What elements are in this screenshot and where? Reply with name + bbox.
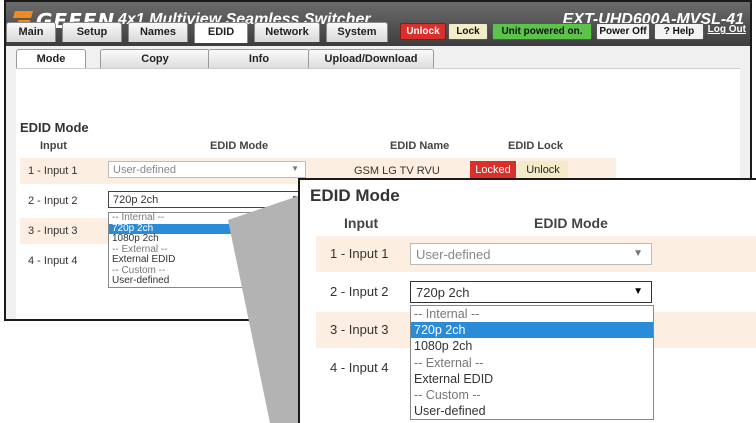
dropdown-group-label: -- External --: [414, 355, 484, 370]
input-label: 3 - Input 3: [330, 322, 389, 337]
zoom-col-edid-mode: EDID Mode: [534, 215, 608, 231]
zoom-edid-mode-dropdown-list: -- Internal -- 720p 2ch 1080p 2ch -- Extern…: [410, 305, 654, 421]
zoom-edid-mode-select[interactable]: 720p 2ch ▼: [410, 281, 652, 303]
dropdown-option[interactable]: External EDID: [411, 371, 653, 387]
zoom-section-title: EDID Mode: [310, 186, 400, 205]
select-value: User-defined: [416, 247, 491, 262]
input-label: 1 - Input 1: [330, 246, 389, 261]
zoom-wedge: [228, 196, 298, 423]
input-label: 2 - Input 2: [330, 284, 389, 299]
zoom-col-input: Input: [344, 215, 379, 231]
dropdown-option[interactable]: 720p 2ch: [411, 322, 653, 339]
dropdown-option[interactable]: User-defined: [411, 403, 653, 419]
input-label: 4 - Input 4: [330, 360, 389, 375]
zoom-table-row: 1 - Input 1 User-defined ▼: [316, 236, 756, 272]
chevron-down-icon: ▼: [633, 286, 643, 297]
dropdown-group-label: -- Internal --: [414, 307, 480, 321]
dropdown-option[interactable]: 1080p 2ch: [411, 338, 653, 354]
zoom-inset: EDID Mode Input EDID Mode 1 - Input 1 Us…: [298, 178, 756, 423]
select-value: 720p 2ch: [416, 285, 470, 300]
chevron-down-icon: ▼: [633, 248, 643, 259]
zoom-edid-mode-select[interactable]: User-defined ▼: [410, 243, 652, 265]
dropdown-group-label: -- Custom --: [414, 388, 481, 403]
